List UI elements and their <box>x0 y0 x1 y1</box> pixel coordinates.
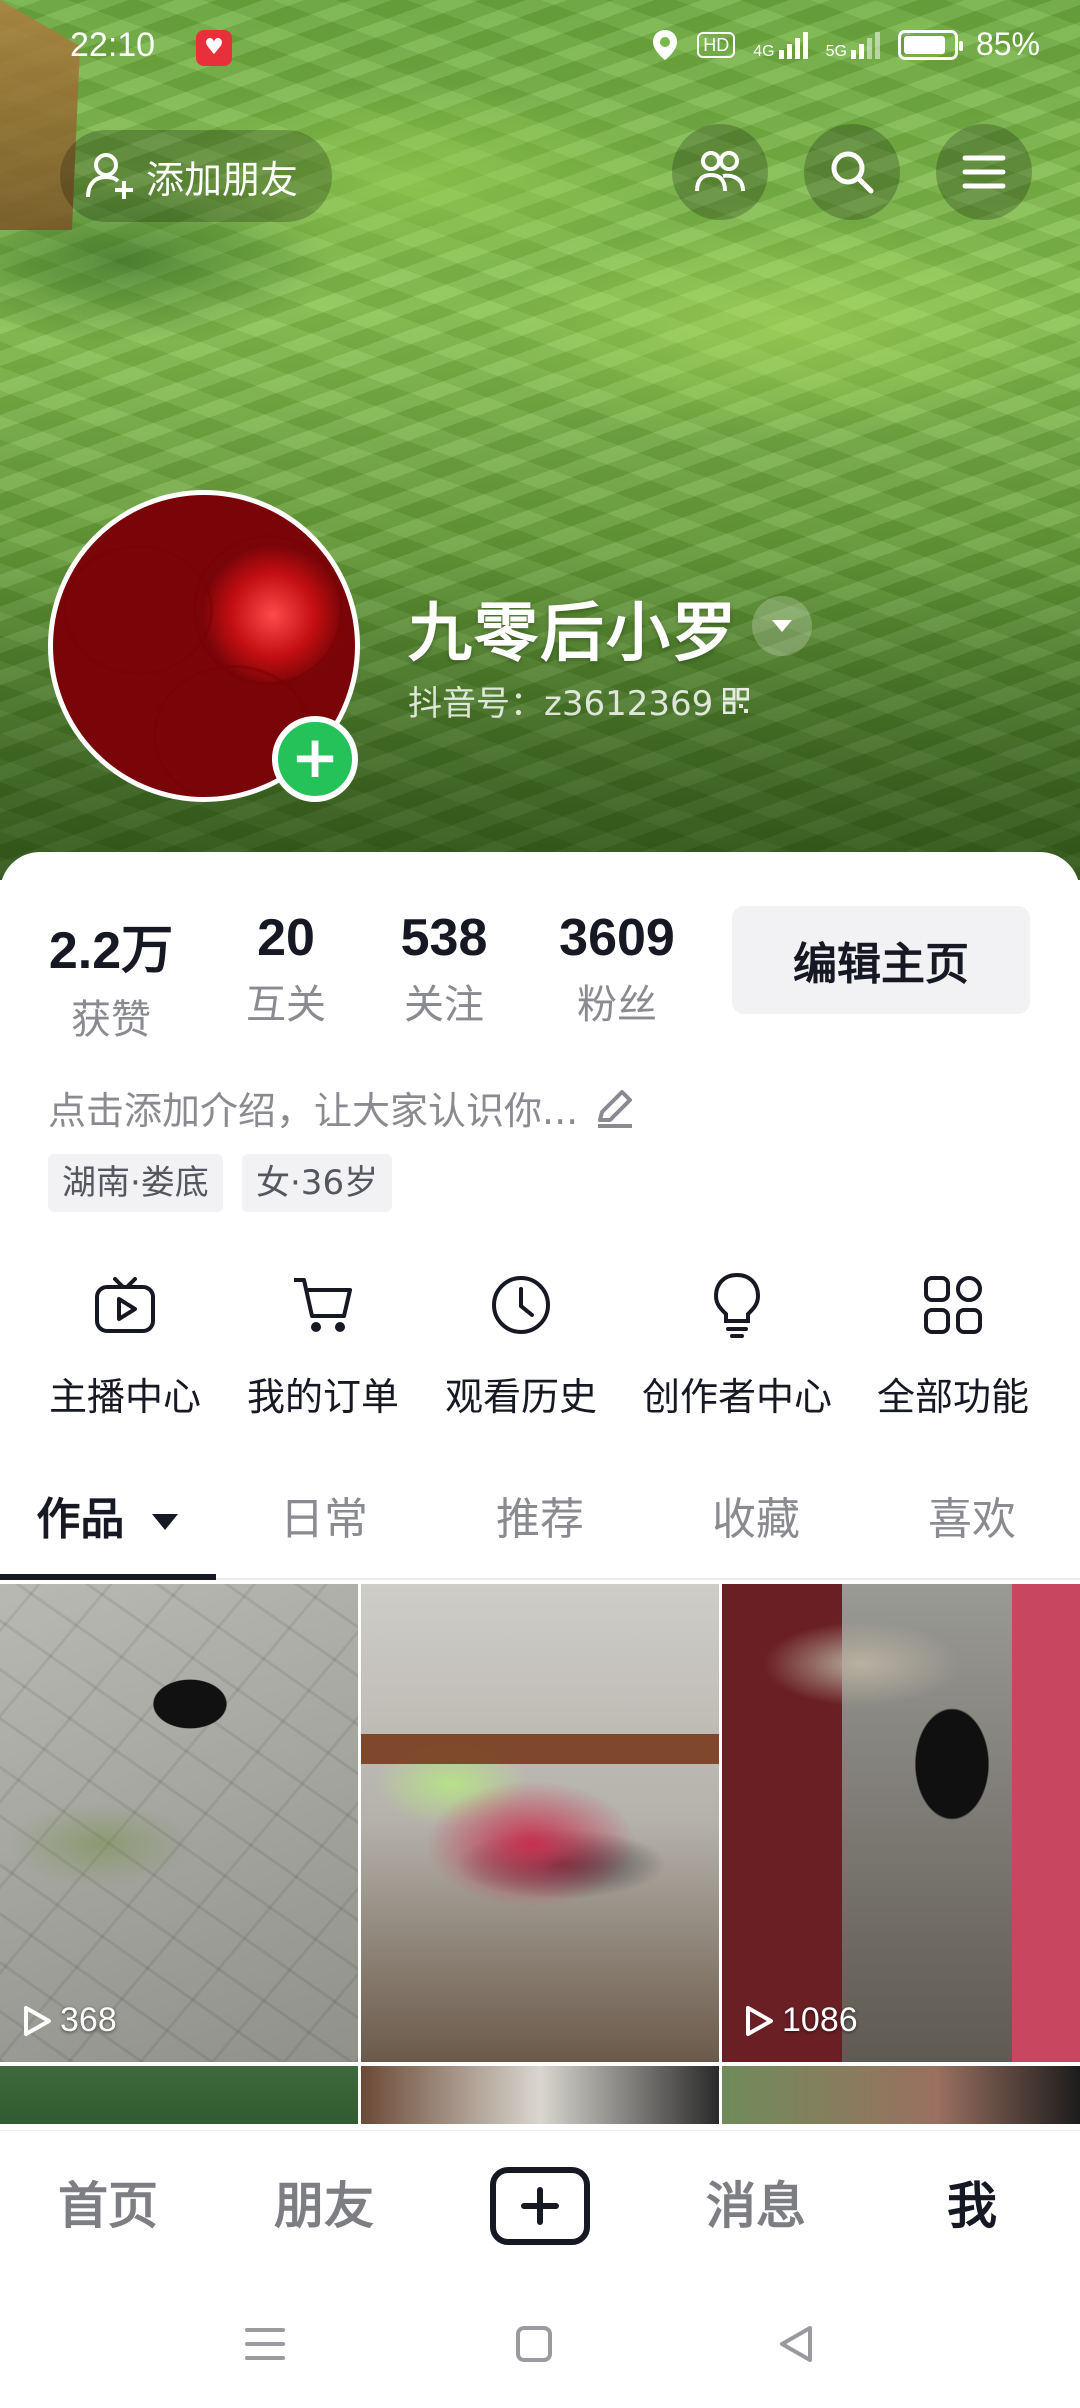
group-icon <box>695 151 745 192</box>
status-indicators: HD 4G 5G 85% <box>651 26 1040 63</box>
home-square-icon[interactable] <box>514 2324 554 2364</box>
play-count-value: 1086 <box>782 2001 858 2039</box>
stat-value: 538 <box>400 909 488 967</box>
shortcut-history[interactable]: 观看历史 <box>436 1270 606 1421</box>
rose-petal <box>63 545 213 675</box>
stat-label: 粉丝 <box>577 982 657 1028</box>
avatar-add-button[interactable]: + <box>272 716 358 802</box>
profile-name: 九零后小罗 <box>408 597 738 671</box>
shortcut-label: 主播中心 <box>48 1375 201 1419</box>
stat-following[interactable]: 538 关注 <box>384 908 504 1030</box>
play-icon <box>746 2005 773 2036</box>
account-switch-button[interactable] <box>752 596 812 656</box>
search-button[interactable] <box>804 124 900 220</box>
play-icon <box>24 2005 51 2036</box>
tab-underline <box>0 1574 216 1580</box>
location-icon <box>653 29 678 60</box>
lightbulb-icon <box>713 1272 761 1338</box>
video-thumbnail[interactable]: 368 <box>0 1584 358 2062</box>
shortcut-label: 我的订单 <box>246 1375 399 1419</box>
video-thumbnail[interactable] <box>361 1584 719 2062</box>
shortcut-all-features[interactable]: 全部功能 <box>868 1270 1038 1421</box>
shortcut-label: 创作者中心 <box>641 1375 832 1419</box>
tab-recommend[interactable]: 推荐 <box>432 1460 648 1580</box>
stat-likes[interactable]: 2.2万 获赞 <box>46 908 176 1045</box>
shortcut-orders[interactable]: 我的订单 <box>238 1270 408 1421</box>
clock-icon <box>492 1276 550 1334</box>
battery-percent: 85% <box>975 26 1040 62</box>
cart-icon <box>294 1278 352 1332</box>
video-thumbnail[interactable] <box>0 2066 358 2124</box>
stat-label: 互关 <box>246 982 326 1028</box>
system-nav-bar <box>0 2280 1080 2408</box>
stat-value: 20 <box>257 909 315 967</box>
video-thumbnail[interactable]: 1086 <box>722 1584 1080 2062</box>
stat-value: 3609 <box>559 909 675 967</box>
shortcut-label: 观看历史 <box>444 1375 597 1419</box>
nav-me[interactable]: 我 <box>864 2131 1080 2281</box>
nav-friends[interactable]: 朋友 <box>216 2131 432 2281</box>
gender-age-tag[interactable]: 女·36岁 <box>242 1154 393 1212</box>
battery-fill <box>903 35 945 54</box>
stat-followers[interactable]: 3609 粉丝 <box>552 908 682 1030</box>
plus-icon <box>521 2187 559 2225</box>
tv-icon <box>95 1277 155 1333</box>
tab-likes[interactable]: 喜欢 <box>864 1460 1080 1580</box>
stat-value: 2.2万 <box>48 922 174 980</box>
tab-label: 作品 <box>36 1494 125 1545</box>
battery-icon <box>897 29 963 60</box>
shortcut-creator-center[interactable]: 创作者中心 <box>632 1270 842 1421</box>
caret-down-icon <box>151 1514 178 1530</box>
signal-5g-icon: 5G <box>826 30 880 60</box>
douyin-id-text: 抖音号：z3612369 <box>408 684 714 724</box>
video-thumbnail[interactable] <box>722 2066 1080 2124</box>
bio-prompt[interactable]: 点击添加介绍，让大家认识你... <box>48 1080 636 1135</box>
grid-icon <box>924 1276 982 1334</box>
add-user-icon <box>86 153 133 199</box>
nav-home[interactable]: 首页 <box>0 2131 216 2281</box>
stat-mutual[interactable]: 20 互关 <box>226 908 346 1030</box>
visitors-button[interactable] <box>672 124 768 220</box>
rose-petal <box>193 535 343 685</box>
signal-4g-icon: 4G <box>753 30 808 60</box>
create-button[interactable] <box>490 2167 590 2245</box>
recents-menu-icon[interactable] <box>244 2324 286 2364</box>
shortcut-label: 全部功能 <box>876 1375 1029 1419</box>
caret-down-icon <box>772 620 792 632</box>
douyin-id[interactable]: 抖音号：z3612369 <box>408 676 750 725</box>
nav-messages[interactable]: 消息 <box>648 2131 864 2281</box>
edit-profile-button[interactable]: 编辑主页 <box>732 906 1030 1014</box>
play-count-value: 368 <box>60 2001 117 2039</box>
heart-app-icon: ♥ <box>196 30 232 66</box>
content-tabs: 作品 日常 推荐 收藏 喜欢 <box>0 1460 1080 1580</box>
qr-code-icon <box>723 687 750 714</box>
stat-label: 关注 <box>404 982 484 1028</box>
status-bar: 22:10 ♥ HD 4G 5G 85% <box>0 0 1080 96</box>
bottom-nav: 首页 朋友 消息 我 <box>0 2130 1080 2280</box>
tab-favorites[interactable]: 收藏 <box>648 1460 864 1580</box>
tab-daily[interactable]: 日常 <box>216 1460 432 1580</box>
search-icon <box>831 151 874 194</box>
play-count: 368 <box>22 2001 117 2040</box>
menu-icon <box>962 155 1006 189</box>
back-triangle-icon[interactable] <box>776 2324 816 2364</box>
tab-works[interactable]: 作品 <box>0 1460 216 1580</box>
pencil-icon <box>598 1089 633 1128</box>
menu-button[interactable] <box>936 124 1032 220</box>
shortcut-live-center[interactable]: 主播中心 <box>40 1270 210 1421</box>
video-thumbnail[interactable] <box>361 2066 719 2124</box>
stat-label: 获赞 <box>71 997 151 1043</box>
video-grid: 368 1086 <box>0 1584 1080 2124</box>
hd-badge: HD <box>697 31 736 58</box>
bio-placeholder: 点击添加介绍，让大家认识你... <box>48 1089 579 1133</box>
location-tag[interactable]: 湖南·娄底 <box>48 1154 223 1212</box>
status-time: 22:10 <box>70 26 156 64</box>
play-count: 1086 <box>744 2001 858 2040</box>
add-friend-label: 添加朋友 <box>146 157 299 202</box>
add-friend-button[interactable]: 添加朋友 <box>60 130 333 222</box>
